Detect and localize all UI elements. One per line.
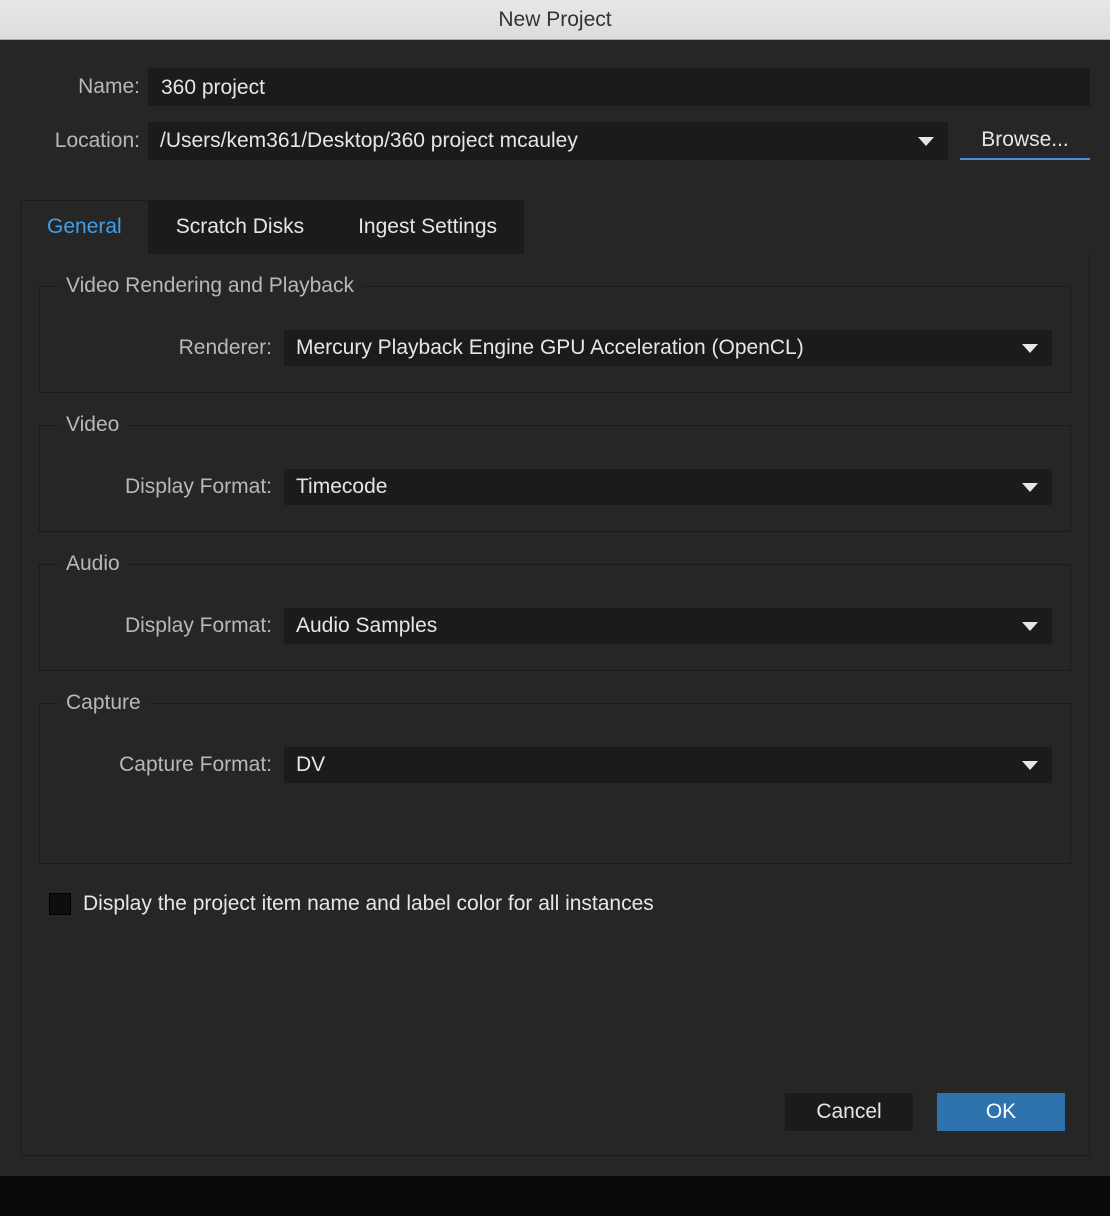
legend-audio: Audio bbox=[58, 552, 128, 576]
group-video-rendering: Video Rendering and Playback Renderer: M… bbox=[39, 274, 1071, 393]
audio-display-format-select[interactable]: Audio Samples bbox=[284, 608, 1052, 644]
browse-button[interactable]: Browse... bbox=[960, 122, 1090, 160]
group-video: Video Display Format: Timecode bbox=[39, 413, 1071, 532]
video-display-format-value: Timecode bbox=[296, 475, 387, 499]
capture-format-label: Capture Format: bbox=[58, 753, 284, 777]
video-display-format-label: Display Format: bbox=[58, 475, 284, 499]
renderer-select[interactable]: Mercury Playback Engine GPU Acceleration… bbox=[284, 330, 1052, 366]
location-value: /Users/kem361/Desktop/360 project mcaule… bbox=[160, 129, 578, 153]
capture-format-value: DV bbox=[296, 753, 325, 777]
name-input[interactable]: 360 project bbox=[148, 68, 1090, 106]
display-all-instances-checkbox[interactable] bbox=[49, 893, 71, 915]
window-title: New Project bbox=[498, 8, 611, 32]
legend-rendering: Video Rendering and Playback bbox=[58, 274, 362, 298]
group-audio: Audio Display Format: Audio Samples bbox=[39, 552, 1071, 671]
ok-button[interactable]: OK bbox=[937, 1093, 1065, 1131]
display-all-instances-label: Display the project item name and label … bbox=[83, 892, 654, 916]
chevron-down-icon bbox=[1022, 483, 1038, 492]
location-select[interactable]: /Users/kem361/Desktop/360 project mcaule… bbox=[148, 122, 948, 160]
dialog-body: Name: 360 project Location: /Users/kem36… bbox=[0, 40, 1110, 1176]
title-bar: New Project bbox=[0, 0, 1110, 40]
renderer-label: Renderer: bbox=[58, 336, 284, 360]
tab-general[interactable]: General bbox=[20, 200, 149, 254]
capture-format-select[interactable]: DV bbox=[284, 747, 1052, 783]
tab-scratch-disks[interactable]: Scratch Disks bbox=[149, 200, 331, 254]
location-row: Location: /Users/kem361/Desktop/360 proj… bbox=[20, 122, 1090, 160]
tab-bar: General Scratch Disks Ingest Settings bbox=[20, 200, 1090, 254]
cancel-button[interactable]: Cancel bbox=[785, 1093, 913, 1131]
chevron-down-icon bbox=[1022, 761, 1038, 770]
dialog-button-row: Cancel OK bbox=[39, 1063, 1071, 1135]
legend-video: Video bbox=[58, 413, 127, 437]
name-row: Name: 360 project bbox=[20, 68, 1090, 106]
audio-display-format-value: Audio Samples bbox=[296, 614, 437, 638]
chevron-down-icon bbox=[918, 137, 934, 146]
tab-ingest-settings[interactable]: Ingest Settings bbox=[331, 200, 524, 254]
location-label: Location: bbox=[20, 129, 148, 153]
display-all-instances-row: Display the project item name and label … bbox=[39, 892, 1071, 916]
audio-display-format-label: Display Format: bbox=[58, 614, 284, 638]
tab-content-general: Video Rendering and Playback Renderer: M… bbox=[20, 254, 1090, 1156]
legend-capture: Capture bbox=[58, 691, 149, 715]
chevron-down-icon bbox=[1022, 344, 1038, 353]
video-display-format-select[interactable]: Timecode bbox=[284, 469, 1052, 505]
group-capture: Capture Capture Format: DV bbox=[39, 691, 1071, 864]
chevron-down-icon bbox=[1022, 622, 1038, 631]
renderer-value: Mercury Playback Engine GPU Acceleration… bbox=[296, 336, 804, 360]
name-label: Name: bbox=[20, 75, 148, 99]
